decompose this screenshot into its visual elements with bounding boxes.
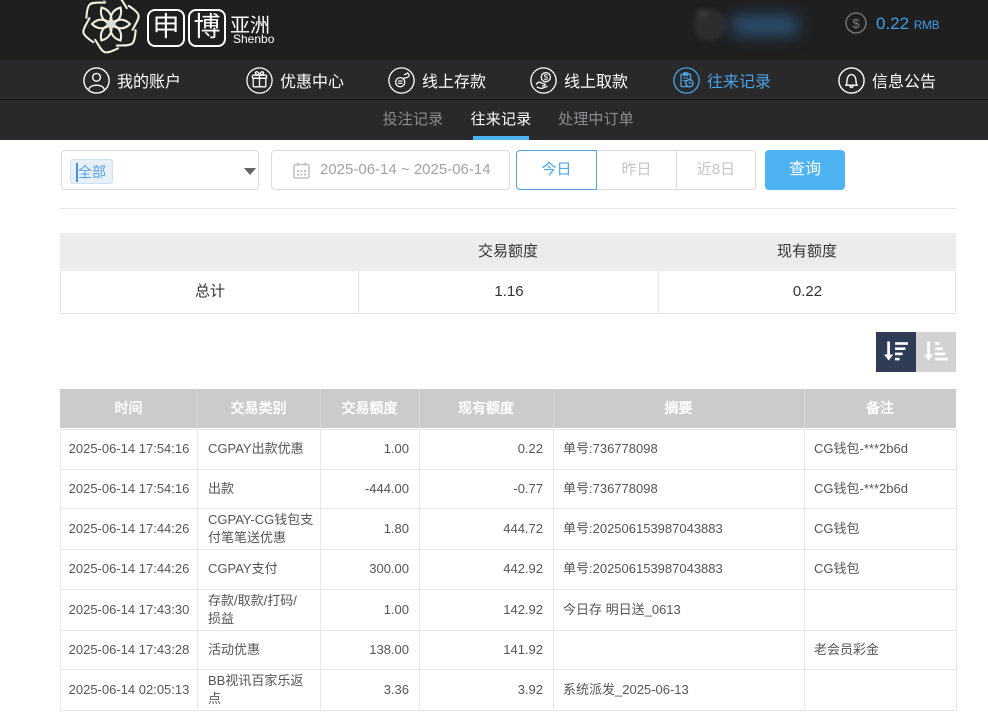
svg-text:$: $ — [544, 73, 549, 82]
svg-text:$: $ — [852, 16, 860, 31]
